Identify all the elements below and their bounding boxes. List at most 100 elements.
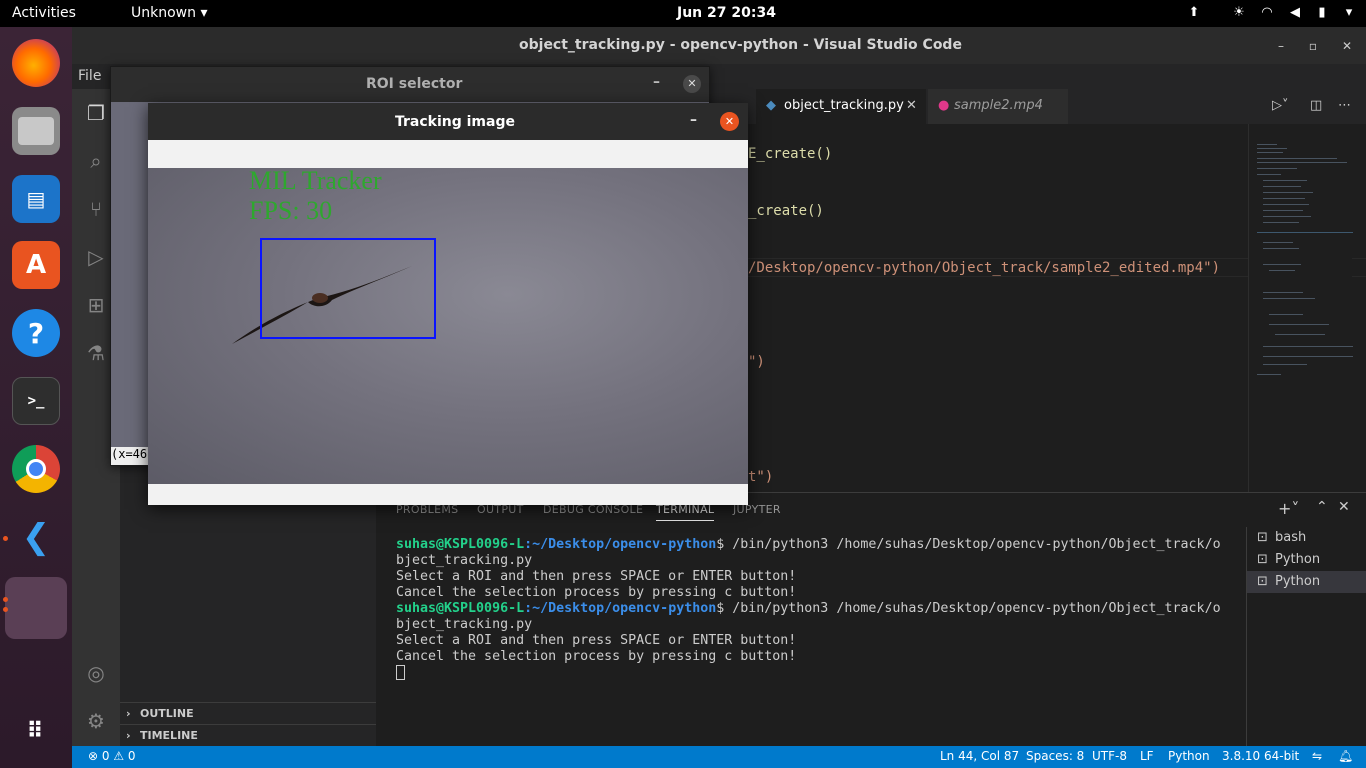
tab-object-tracking[interactable]: ◆ object_tracking.py ✕ bbox=[756, 89, 926, 124]
bottom-panel: PROBLEMS OUTPUT DEBUG CONSOLE TERMINAL J… bbox=[376, 492, 1366, 747]
terminal-line: Select a ROI and then press SPACE or ENT… bbox=[396, 633, 797, 648]
close-tab-icon[interactable]: ✕ bbox=[906, 98, 917, 113]
indentation-status[interactable]: Spaces: 8 bbox=[1026, 749, 1084, 763]
code-line: /Desktop/opencv-python/Object_track/samp… bbox=[748, 260, 1221, 276]
tab-label: sample2.mp4 bbox=[954, 98, 1043, 113]
problems-status[interactable]: ⊗ 0 ⚠ 0 bbox=[88, 749, 136, 763]
run-file-icon[interactable]: ▷˅ bbox=[1272, 98, 1289, 113]
terminal-item-label: Python bbox=[1275, 552, 1321, 567]
prompt-user: suhas@KSPL0096-L bbox=[396, 537, 525, 552]
firefox-icon[interactable] bbox=[12, 39, 60, 87]
tracking-image-window: Tracking image – ✕ MIL Tracker FPS: 30 bbox=[148, 103, 748, 505]
outline-label: OUTLINE bbox=[140, 707, 194, 720]
roi-title: ROI selector bbox=[366, 76, 463, 92]
terminal-item-label: Python bbox=[1275, 574, 1321, 589]
terminal-command-wrap: bject_tracking.py bbox=[396, 553, 533, 568]
top-bar: Activities Unknown ▾ Jun 27 20:34 ⬆ ☀ ◠ … bbox=[0, 0, 1366, 27]
manage-gear-icon[interactable]: ⚙ bbox=[84, 709, 108, 733]
code-line: E_create() bbox=[748, 146, 833, 162]
maximize-icon[interactable]: ▫ bbox=[1302, 35, 1324, 57]
code-line: ") bbox=[748, 354, 765, 370]
terminal-item-python-active[interactable]: ⊡ Python bbox=[1247, 571, 1366, 593]
terminal-line: Select a ROI and then press SPACE or ENT… bbox=[396, 569, 797, 584]
roi-titlebar: ROI selector – ✕ bbox=[111, 67, 709, 102]
more-actions-icon[interactable]: ⋯ bbox=[1338, 98, 1351, 113]
activities-button[interactable]: Activities bbox=[12, 5, 76, 21]
files-icon[interactable] bbox=[12, 107, 60, 155]
window-title: object_tracking.py - opencv-python - Vis… bbox=[519, 37, 962, 53]
accounts-icon[interactable]: ◎ bbox=[84, 661, 108, 685]
outline-section[interactable]: › OUTLINE bbox=[120, 702, 376, 724]
terminal-command: $ /bin/python3 /home/suhas/Desktop/openc… bbox=[716, 601, 1221, 616]
close-icon[interactable]: ✕ bbox=[683, 75, 701, 93]
media-file-icon: ● bbox=[938, 98, 950, 113]
terminal-line: Cancel the selection process by pressing… bbox=[396, 649, 797, 664]
volume-icon[interactable]: ◀ bbox=[1286, 4, 1304, 22]
explorer-icon[interactable]: ❐ bbox=[84, 101, 108, 125]
python-interpreter[interactable]: 3.8.10 64-bit bbox=[1222, 749, 1299, 763]
terminal-item-python[interactable]: ⊡ Python bbox=[1247, 549, 1366, 571]
opencv-windows-icon[interactable] bbox=[5, 577, 67, 639]
live-share-icon[interactable]: ⇋ bbox=[1312, 749, 1322, 763]
extensions-icon[interactable]: ⊞ bbox=[84, 293, 108, 317]
tracking-bounding-box bbox=[260, 238, 436, 339]
minimize-icon[interactable]: – bbox=[690, 112, 697, 128]
source-control-icon[interactable]: ⑂ bbox=[84, 197, 108, 221]
prompt-user: suhas@KSPL0096-L bbox=[396, 601, 525, 616]
terminal-output[interactable]: suhas@KSPL0096-L:~/Desktop/opencv-python… bbox=[396, 537, 1246, 682]
run-debug-icon[interactable]: ▷ bbox=[84, 245, 108, 269]
eol-status[interactable]: LF bbox=[1140, 749, 1154, 763]
running-indicator bbox=[3, 607, 8, 612]
system-menu-icon[interactable]: ▾ bbox=[1340, 4, 1358, 22]
minimize-icon[interactable]: – bbox=[1270, 35, 1292, 57]
terminal-icon[interactable]: >_ bbox=[12, 377, 60, 425]
updates-icon[interactable]: ⬆ bbox=[1185, 4, 1203, 22]
software-center-icon[interactable]: A bbox=[12, 241, 60, 289]
chrome-icon[interactable] bbox=[12, 445, 60, 493]
show-applications-icon[interactable]: ⠿ bbox=[12, 707, 60, 755]
terminal-item-label: bash bbox=[1275, 530, 1307, 545]
close-icon[interactable]: ✕ bbox=[720, 112, 739, 131]
tab-terminal[interactable]: TERMINAL bbox=[656, 503, 715, 521]
testing-icon[interactable]: ⚗ bbox=[84, 341, 108, 365]
encoding-status[interactable]: UTF-8 bbox=[1092, 749, 1127, 763]
tracking-frame[interactable]: MIL Tracker FPS: 30 bbox=[148, 168, 748, 484]
libreoffice-writer-icon[interactable]: ▤ bbox=[12, 175, 60, 223]
status-bar: ⊗ 0 ⚠ 0 Ln 44, Col 87 Spaces: 8 UTF-8 LF… bbox=[72, 746, 1366, 768]
vscode-icon[interactable]: ❮ bbox=[12, 513, 60, 561]
tracking-title: Tracking image bbox=[395, 114, 515, 130]
menu-file[interactable]: File bbox=[78, 68, 101, 84]
prompt-path: :~/Desktop/opencv-python bbox=[524, 601, 717, 616]
terminal-command-wrap: bject_tracking.py bbox=[396, 617, 533, 632]
brightness-icon[interactable]: ☀ bbox=[1230, 4, 1248, 22]
terminal-icon: ⊡ bbox=[1257, 574, 1268, 589]
tab-sample2[interactable]: ● sample2.mp4 bbox=[928, 89, 1068, 124]
chevron-right-icon: › bbox=[126, 707, 131, 720]
code-line: t") bbox=[748, 469, 774, 485]
tab-label: object_tracking.py bbox=[784, 98, 904, 113]
battery-icon[interactable]: ▮ bbox=[1313, 4, 1331, 22]
notifications-icon[interactable]: 🔔︎ bbox=[1338, 749, 1353, 763]
maximize-panel-icon[interactable]: ⌃ bbox=[1316, 499, 1328, 515]
new-terminal-icon[interactable]: +˅ bbox=[1278, 499, 1299, 518]
bird-image bbox=[232, 266, 412, 344]
wifi-icon[interactable]: ◠ bbox=[1258, 4, 1276, 22]
cursor-position[interactable]: Ln 44, Col 87 bbox=[940, 749, 1019, 763]
timeline-section[interactable]: › TIMELINE bbox=[120, 724, 376, 746]
close-icon[interactable]: ✕ bbox=[1336, 35, 1358, 57]
minimap[interactable] bbox=[1248, 124, 1353, 492]
split-editor-icon[interactable]: ◫ bbox=[1310, 98, 1322, 113]
code-line: _create() bbox=[748, 203, 824, 219]
terminal-command: $ /bin/python3 /home/suhas/Desktop/openc… bbox=[716, 537, 1221, 552]
search-icon[interactable]: ⌕ bbox=[84, 149, 108, 173]
dock: ▤ A ? >_ ❮ ⠿ bbox=[0, 27, 72, 768]
minimize-icon[interactable]: – bbox=[653, 74, 660, 90]
prompt-path: :~/Desktop/opencv-python bbox=[524, 537, 717, 552]
help-icon[interactable]: ? bbox=[12, 309, 60, 357]
clock[interactable]: Jun 27 20:34 bbox=[677, 5, 776, 21]
close-panel-icon[interactable]: ✕ bbox=[1338, 499, 1350, 515]
app-menu[interactable]: Unknown ▾ bbox=[131, 5, 207, 21]
timeline-label: TIMELINE bbox=[140, 729, 198, 742]
language-mode[interactable]: Python bbox=[1168, 749, 1210, 763]
terminal-item-bash[interactable]: ⊡ bash bbox=[1247, 527, 1366, 549]
